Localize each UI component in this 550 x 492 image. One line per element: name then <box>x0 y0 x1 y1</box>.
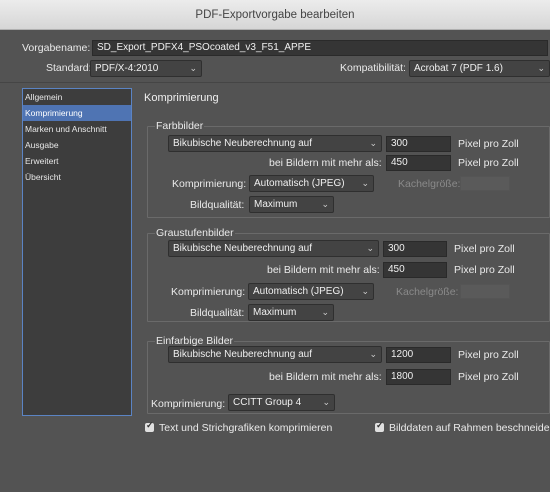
color-threshold-input[interactable]: 450 <box>386 155 451 171</box>
chevron-down-icon: ⌄ <box>537 63 545 73</box>
color-resolution-input[interactable]: 300 <box>386 136 451 152</box>
grayscale-tile-size-input <box>460 284 510 299</box>
grayscale-images-title: Graustufenbilder <box>155 226 235 240</box>
grayscale-compression-value: Automatisch (JPEG) <box>253 286 344 297</box>
sidebar-item-uebersicht[interactable]: Übersicht <box>23 169 131 185</box>
compatibility-label: Kompatibilität: <box>340 62 406 74</box>
color-images-title: Farbbilder <box>155 119 205 133</box>
color-threshold-unit: Pixel pro Zoll <box>458 157 519 169</box>
mono-resolution-input[interactable]: 1200 <box>386 347 451 363</box>
mono-downsample-select[interactable]: Bikubische Neuberechnung auf ⌄ <box>168 346 382 363</box>
grayscale-resolution-input[interactable]: 300 <box>383 241 447 257</box>
chevron-down-icon: ⌄ <box>321 199 329 209</box>
standard-label: Standard: <box>46 62 92 74</box>
sidebar-item-marken-und-anschnitt[interactable]: Marken und Anschnitt <box>23 121 131 137</box>
chevron-down-icon: ⌄ <box>361 286 369 296</box>
mono-threshold-input[interactable]: 1800 <box>386 369 451 385</box>
color-compression-select[interactable]: Automatisch (JPEG) ⌄ <box>249 175 374 192</box>
color-quality-value: Maximum <box>254 199 298 210</box>
sidebar-item-ausgabe[interactable]: Ausgabe <box>23 137 131 153</box>
grayscale-tile-size-label: Kachelgröße: <box>396 286 459 298</box>
grayscale-quality-select[interactable]: Maximum ⌄ <box>248 304 334 321</box>
color-compression-value: Automatisch (JPEG) <box>254 178 345 189</box>
compatibility-select[interactable]: Acrobat 7 (PDF 1.6) ⌄ <box>409 60 550 77</box>
color-downsample-value: Bikubische Neuberechnung auf <box>173 138 312 149</box>
color-tile-size-label: Kachelgröße: <box>398 178 461 190</box>
grayscale-quality-label: Bildqualität: <box>190 307 245 319</box>
mono-compression-label: Komprimierung: <box>151 398 226 410</box>
chevron-down-icon: ⌄ <box>369 138 377 148</box>
grayscale-downsample-select[interactable]: Bikubische Neuberechnung auf ⌄ <box>168 240 379 257</box>
compatibility-value: Acrobat 7 (PDF 1.6) <box>414 63 503 74</box>
chevron-down-icon: ⌄ <box>369 349 377 359</box>
mono-resolution-unit: Pixel pro Zoll <box>458 349 519 361</box>
compress-text-checkbox[interactable] <box>145 420 154 432</box>
color-resolution-unit: Pixel pro Zoll <box>458 138 519 150</box>
grayscale-threshold-input[interactable]: 450 <box>383 262 447 278</box>
crop-image-data-label: Bilddaten auf Rahmen beschneiden <box>389 422 550 434</box>
grayscale-compression-label: Komprimierung: <box>171 286 246 298</box>
color-quality-select[interactable]: Maximum ⌄ <box>249 196 334 213</box>
mono-threshold-unit: Pixel pro Zoll <box>458 371 519 383</box>
chevron-down-icon: ⌄ <box>366 243 374 253</box>
mono-threshold-label: bei Bildern mit mehr als: <box>269 371 382 383</box>
grayscale-resolution-unit: Pixel pro Zoll <box>454 243 515 255</box>
header-divider <box>0 82 550 83</box>
chevron-down-icon: ⌄ <box>321 307 329 317</box>
sidebar-item-erweitert[interactable]: Erweitert <box>23 153 131 169</box>
standard-select[interactable]: PDF/X-4:2010 ⌄ <box>90 60 202 77</box>
sidebar-item-komprimierung[interactable]: Komprimierung <box>23 105 131 121</box>
preset-name-input[interactable]: SD_Export_PDFX4_PSOcoated_v3_F51_APPE <box>92 40 548 56</box>
color-quality-label: Bildqualität: <box>190 199 245 211</box>
standard-value: PDF/X-4:2010 <box>95 63 159 74</box>
section-title: Komprimierung <box>144 92 219 104</box>
crop-image-data-checkbox[interactable] <box>375 420 384 432</box>
mono-downsample-value: Bikubische Neuberechnung auf <box>173 349 312 360</box>
compress-text-label: Text und Strichgrafiken komprimieren <box>159 422 333 434</box>
color-downsample-select[interactable]: Bikubische Neuberechnung auf ⌄ <box>168 135 382 152</box>
grayscale-quality-value: Maximum <box>253 307 297 318</box>
sidebar-item-allgemein[interactable]: Allgemein <box>23 89 131 105</box>
preset-label: Vorgabename: <box>22 42 91 54</box>
grayscale-compression-select[interactable]: Automatisch (JPEG) ⌄ <box>248 283 374 300</box>
grayscale-threshold-unit: Pixel pro Zoll <box>454 264 515 276</box>
grayscale-threshold-label: bei Bildern mit mehr als: <box>267 264 380 276</box>
sidebar: Allgemein Komprimierung Marken und Ansch… <box>22 88 132 416</box>
mono-compression-select[interactable]: CCITT Group 4 ⌄ <box>228 394 335 411</box>
chevron-down-icon: ⌄ <box>189 63 197 73</box>
color-tile-size-input <box>460 176 510 191</box>
chevron-down-icon: ⌄ <box>361 178 369 188</box>
chevron-down-icon: ⌄ <box>322 397 330 407</box>
color-compression-label: Komprimierung: <box>172 178 247 190</box>
mono-compression-value: CCITT Group 4 <box>233 397 302 408</box>
window-title: PDF-Exportvorgabe bearbeiten <box>0 0 550 30</box>
color-threshold-label: bei Bildern mit mehr als: <box>269 157 382 169</box>
grayscale-downsample-value: Bikubische Neuberechnung auf <box>173 243 312 254</box>
